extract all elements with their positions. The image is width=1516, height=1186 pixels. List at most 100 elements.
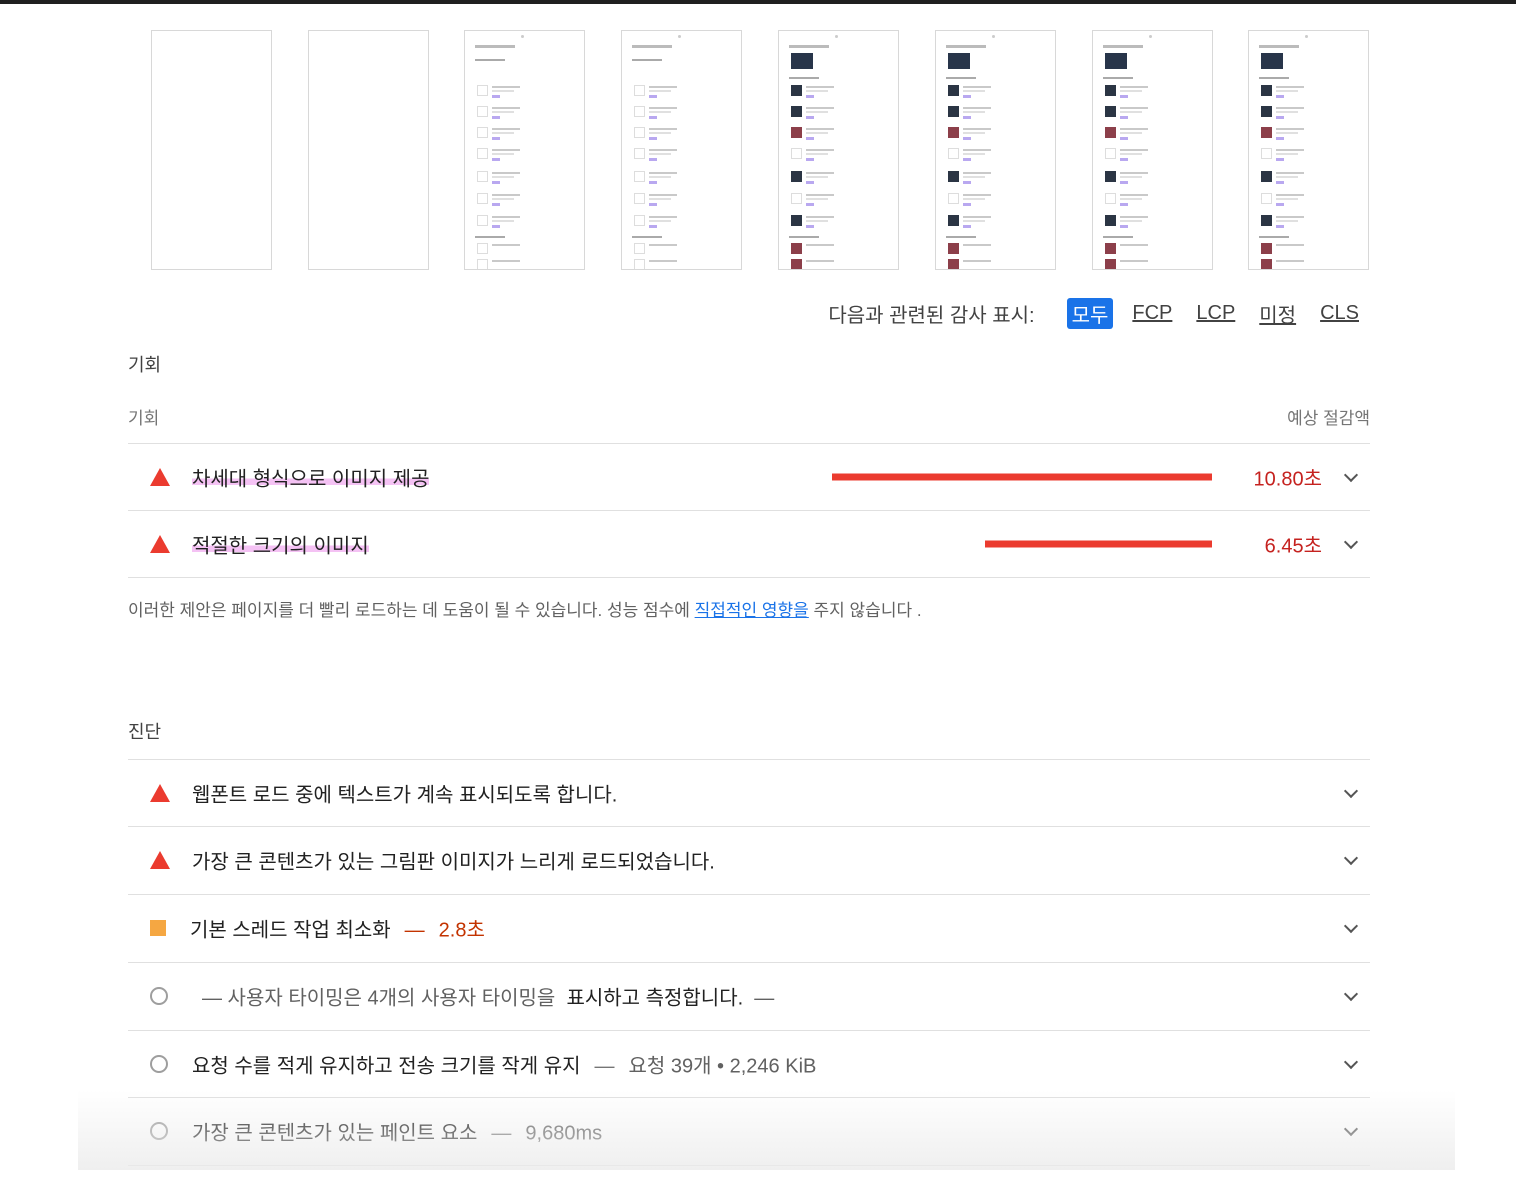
audit-properly-sized-images[interactable]: 적절한 크기의 이미지 6.45초 <box>128 510 1370 577</box>
frame-thumb <box>1105 171 1116 182</box>
frame-list-row <box>791 148 886 164</box>
frame-list-row <box>948 106 1043 122</box>
audit-display-value: 2.8초 <box>438 919 485 941</box>
red-triangle-icon <box>150 850 170 869</box>
frame-text-line <box>492 176 514 178</box>
frame-text-line <box>1120 244 1148 246</box>
frame-button <box>492 181 500 184</box>
filter-chip-undetermined[interactable]: 미정 <box>1254 298 1301 329</box>
frame-text-line <box>492 220 514 222</box>
frame-list-row <box>477 171 572 187</box>
filmstrip-frame <box>778 30 899 270</box>
frame-list-row <box>634 127 729 143</box>
frame-button <box>649 225 657 228</box>
frame-list-row <box>1261 243 1356 259</box>
frame-text-line <box>963 153 985 155</box>
frame-list-row <box>1261 193 1356 209</box>
chevron-down-icon[interactable] <box>1343 918 1359 933</box>
chevron-down-icon[interactable] <box>1343 783 1359 798</box>
frame-thumb <box>948 193 959 204</box>
frame-button <box>492 137 500 140</box>
frame-text-line <box>1120 149 1148 151</box>
separator: — <box>754 987 775 1009</box>
audit-font-display[interactable]: 웹폰트 로드 중에 텍스트가 계속 표시되도록 합니다. <box>128 759 1370 826</box>
audit-resource-summary[interactable]: 요청 수를 적게 유지하고 전송 크기를 작게 유지 — 요청 39개 • 2,24… <box>128 1030 1370 1097</box>
frame-thumb <box>1105 106 1116 117</box>
frame-text-line <box>492 216 520 218</box>
filter-chip-lcp[interactable]: LCP <box>1191 301 1240 326</box>
separator: — <box>404 919 425 941</box>
audit-display-value: 요청 39개 • 2,246 KiB <box>628 1055 817 1077</box>
frame-text-line <box>963 244 991 246</box>
chevron-down-icon[interactable] <box>1343 986 1359 1001</box>
frame-button <box>1276 137 1284 140</box>
frame-text-line <box>963 149 991 151</box>
frame-text-line <box>806 132 828 134</box>
audit-description: — 사용자 타이밍은 4개의 사용자 타이밍을 <box>202 987 556 1009</box>
audit-mainthread-work[interactable]: 기본 스레드 작업 최소화 — 2.8초 <box>128 894 1370 961</box>
chevron-down-icon[interactable] <box>1343 534 1359 549</box>
frame-list-row <box>1261 259 1356 269</box>
frame-list-row <box>1261 106 1356 122</box>
frame-button <box>492 116 500 119</box>
chevron-down-icon[interactable] <box>1343 1121 1359 1136</box>
filter-chip-cls[interactable]: CLS <box>1315 301 1364 326</box>
frame-text-line <box>1276 220 1298 222</box>
frame-thumb <box>791 148 802 159</box>
frame-button <box>806 225 814 228</box>
frame-thumb <box>791 127 802 138</box>
frame-thumb <box>477 106 488 117</box>
audit-lcp-element[interactable]: 가장 큰 콘텐츠가 있는 페인트 요소 — 9,680ms <box>128 1097 1370 1164</box>
frame-thumb <box>791 193 802 204</box>
frame-thumb <box>948 148 959 159</box>
frame-text-line <box>806 86 834 88</box>
frame-list-row <box>477 215 572 231</box>
screenshot-filmstrip <box>151 30 1371 270</box>
opportunities-column-header: 기회 예상 절감액 <box>128 404 1370 429</box>
frame-thumb <box>634 215 645 226</box>
frame-button <box>649 116 657 119</box>
frame-thumb <box>791 243 802 254</box>
frame-list-row <box>477 127 572 143</box>
chevron-down-icon[interactable] <box>1343 1054 1359 1069</box>
frame-button <box>492 95 500 98</box>
audit-lcp-lazy-loaded[interactable]: 가장 큰 콘텐츠가 있는 그림판 이미지가 느리게 로드되었습니다. <box>128 826 1370 893</box>
frame-list-row <box>948 193 1043 209</box>
note-text: 이러한 제안은 페이지를 더 빨리 로드하는 데 도움이 될 수 있습니다. 성… <box>128 601 695 620</box>
frame-text-line <box>963 220 985 222</box>
audit-user-timings[interactable]: — 사용자 타이밍은 4개의 사용자 타이밍을 표시하고 측정합니다. — <box>128 962 1370 1029</box>
frame-thumb <box>948 127 959 138</box>
audit-next-gen-formats[interactable]: 차세대 형식으로 이미지 제공 10.80초 <box>128 443 1370 510</box>
frame-text-line <box>963 90 985 92</box>
filmstrip-frame <box>151 30 272 270</box>
chevron-down-icon[interactable] <box>1343 850 1359 865</box>
frame-button <box>1120 203 1128 206</box>
frame-text-line <box>1276 149 1304 151</box>
frame-button <box>963 225 971 228</box>
frame-button <box>963 203 971 206</box>
divider <box>128 1165 1370 1166</box>
frame-text-line <box>806 111 828 113</box>
frame-list-row <box>791 193 886 209</box>
frame-thumb <box>948 215 959 226</box>
filmstrip-frame <box>464 30 585 270</box>
chevron-down-icon[interactable] <box>1343 467 1359 482</box>
frame-text-line <box>1276 132 1298 134</box>
frame-dot <box>992 35 995 38</box>
frame-thumb <box>791 85 802 96</box>
frame-list-row <box>634 193 729 209</box>
frame-button <box>649 203 657 206</box>
filter-chip-fcp[interactable]: FCP <box>1127 301 1177 326</box>
frame-text-line <box>1120 111 1142 113</box>
frame-list-row <box>1105 127 1200 143</box>
frame-thumb <box>1261 85 1272 96</box>
frame-button <box>963 95 971 98</box>
filter-chip-all[interactable]: 모두 <box>1066 298 1114 329</box>
frame-section-heading <box>475 59 505 61</box>
frame-text-line <box>649 220 671 222</box>
frame-text-line <box>1276 111 1298 113</box>
frame-thumb <box>1261 259 1272 269</box>
direct-impact-link[interactable]: 직접적인 영향을 <box>695 601 809 620</box>
separator: — <box>594 1055 615 1077</box>
frame-button <box>1120 158 1128 161</box>
